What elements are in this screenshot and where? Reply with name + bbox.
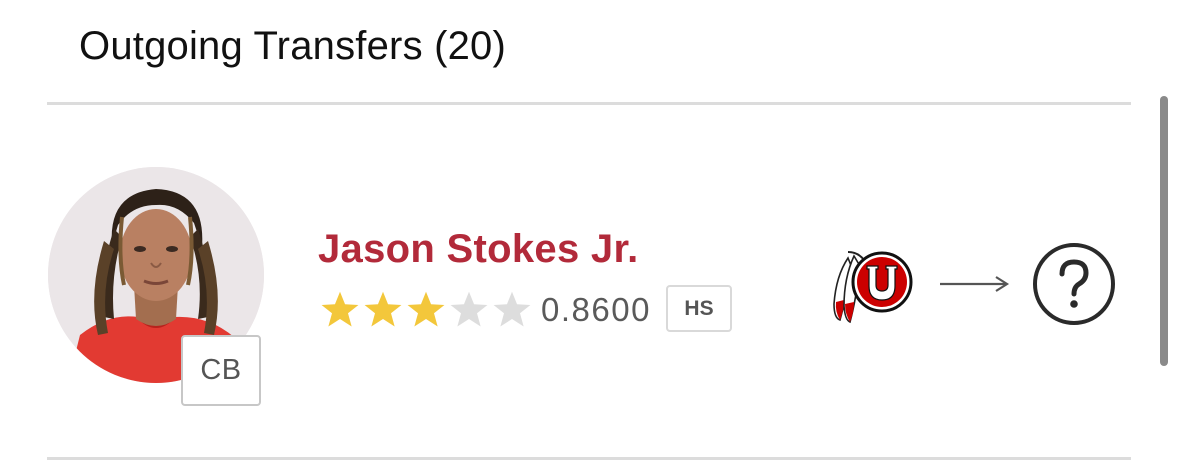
star-filled-icon	[407, 291, 445, 327]
section-title: Outgoing Transfers (20)	[79, 24, 507, 68]
bottom-divider	[47, 457, 1131, 460]
player-name-link[interactable]: Jason Stokes Jr.	[318, 223, 639, 275]
position-badge: CB	[181, 335, 261, 406]
player-rating: 0.8600	[541, 291, 651, 328]
star-empty-icon	[493, 291, 531, 327]
transfer-row[interactable]: CB Jason Stokes Jr. 0.8600 HS	[0, 105, 1150, 457]
star-filled-icon	[321, 291, 359, 327]
unknown-destination-icon[interactable]	[1031, 241, 1117, 327]
star-empty-icon	[450, 291, 488, 327]
star-filled-icon	[364, 291, 402, 327]
utah-utes-logo-icon[interactable]	[830, 248, 914, 326]
scrollbar[interactable]	[1160, 96, 1168, 366]
arrow-right-icon	[940, 276, 1010, 292]
star-rating	[319, 290, 533, 330]
level-badge: HS	[666, 285, 732, 332]
